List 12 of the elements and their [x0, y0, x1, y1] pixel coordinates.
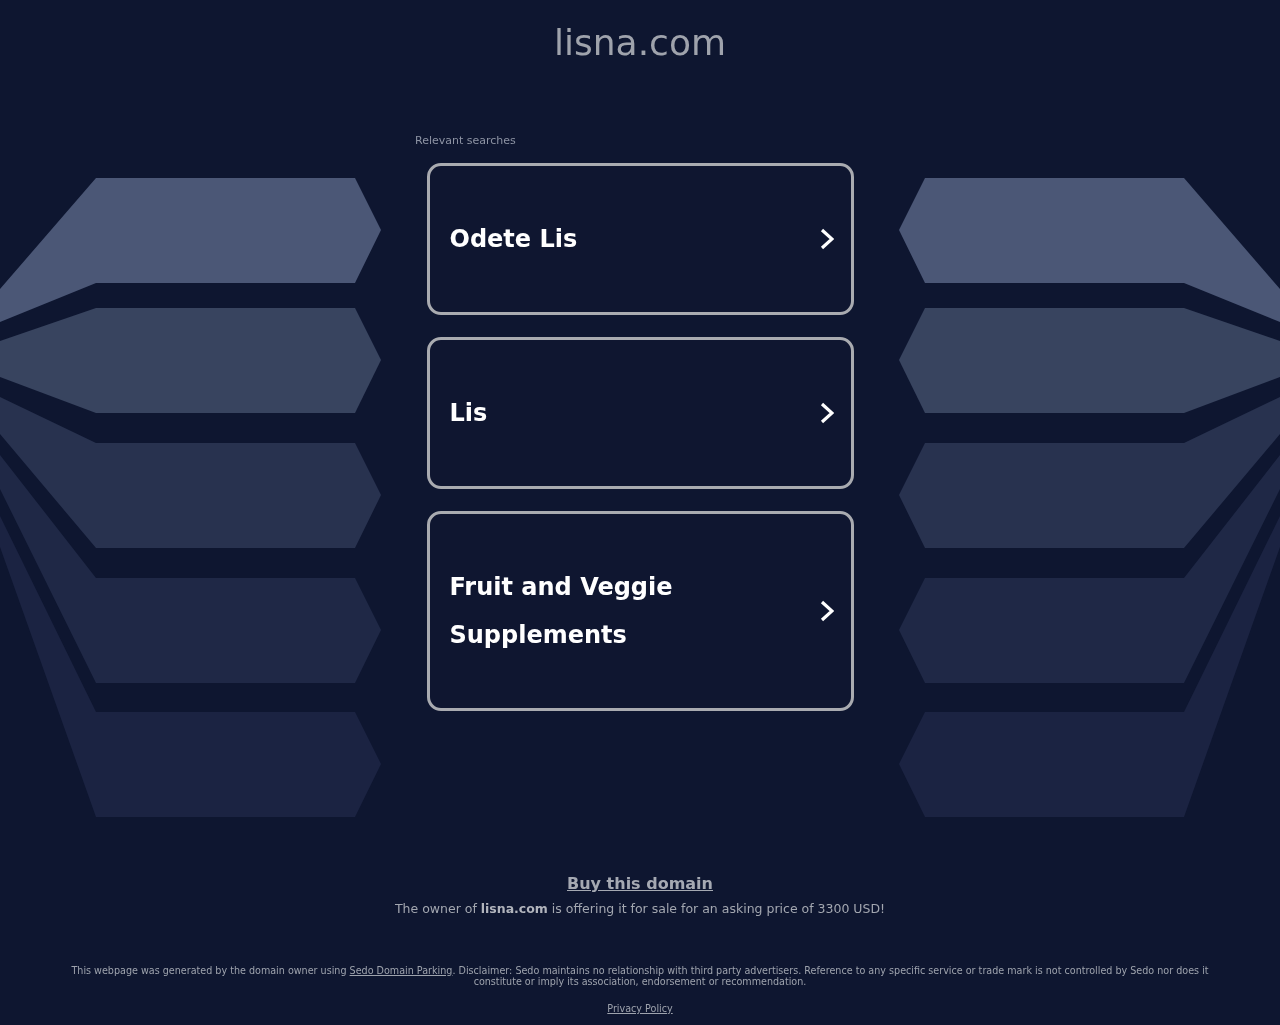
section-label: Relevant searches [415, 134, 516, 148]
search-result-link[interactable]: Odete Lis [426, 163, 854, 315]
search-result-link[interactable]: Lis [426, 337, 854, 489]
search-result-link[interactable]: Fruit and Veggie Supplements [426, 511, 854, 711]
domain-title: lisna.com [554, 21, 726, 65]
chevron-right-icon [819, 402, 834, 424]
chevron-right-icon [819, 228, 834, 250]
sale-message: The owner of lisna.com is offering it for sale for an asking price of 3300 USD! [394, 901, 886, 917]
chevron-right-icon [819, 600, 834, 622]
disclaimer-text: This webpage was generated by the domain owner using Sedo Domain Parking. Disclaimer: Sedo maintains no relationship with third party advertisers. Reference to any specific service or trade mark is not controlled by Sedo nor does it constitute or imply its association, endorsement or recommendation. [70, 965, 1210, 987]
privacy-policy-link[interactable]: Privacy Policy [607, 1003, 673, 1015]
buy-domain-link[interactable]: Buy this domain [567, 873, 713, 895]
